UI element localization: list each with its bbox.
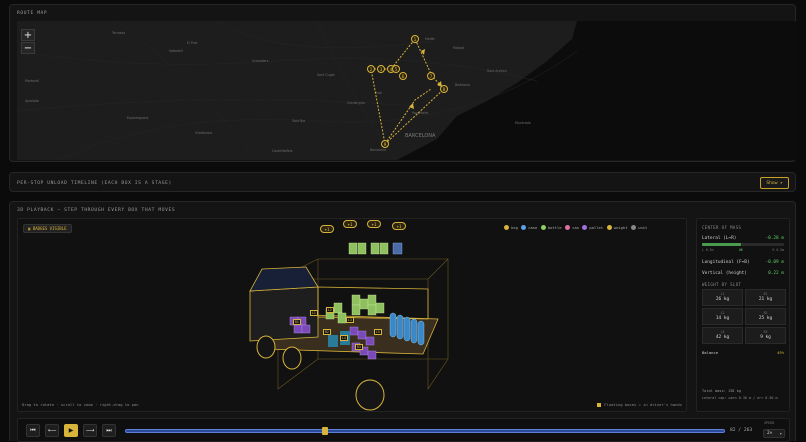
com-vertical-value: 0.22 m bbox=[768, 271, 784, 276]
slot-weight: 25 kg bbox=[758, 316, 773, 321]
com-vertical-row: Vertical (height) 0.22 m bbox=[702, 271, 784, 276]
total-mass: Total mass: 138 kg bbox=[702, 389, 741, 393]
route-stop-marker[interactable]: 9 bbox=[381, 140, 389, 148]
com-lateral-bar bbox=[702, 243, 784, 246]
center-of-mass-panel: CENTER OF MASS Lateral (L↔R) -0.28 m L 0… bbox=[696, 218, 790, 412]
com-longitudinal-row: Longitudinal (F↔B) -0.09 m bbox=[702, 260, 784, 265]
3d-scene[interactable]: ▣ BADGES VISIBLE keg case bottle can pallet w… bbox=[17, 218, 687, 412]
slot-weight: 21 kg bbox=[758, 297, 773, 302]
chevron-down-icon: ▾ bbox=[779, 431, 782, 436]
route-stop-marker[interactable]: 6 bbox=[399, 72, 407, 80]
weight-by-slot-title: WEIGHT BY SLOT bbox=[702, 282, 742, 287]
slot-label: R3 bbox=[763, 330, 768, 334]
balance-label: Balance bbox=[702, 350, 719, 355]
controls-hint: Drag to rotate · scroll to zoom · right-… bbox=[22, 402, 139, 407]
scrubber-thumb[interactable] bbox=[322, 427, 329, 435]
com-lateral-value: -0.28 m bbox=[765, 236, 784, 241]
timeline-scrubber[interactable] bbox=[125, 427, 725, 435]
box-label: L3 bbox=[346, 317, 354, 323]
first-step-button[interactable]: ⏮ bbox=[26, 424, 40, 437]
slot-label: R2 bbox=[763, 311, 768, 315]
route-stop-marker[interactable]: 2 bbox=[367, 65, 375, 73]
com-title: CENTER OF MASS bbox=[702, 225, 742, 230]
slot-cell: L3 42 kg bbox=[702, 327, 743, 344]
last-step-button[interactable]: ⏭ bbox=[102, 424, 116, 437]
slot-label: L2 bbox=[720, 311, 725, 315]
speed-label: SPEED bbox=[764, 421, 775, 425]
zoom-out-button[interactable]: − bbox=[21, 42, 35, 54]
balance-row: Balance 49% bbox=[702, 350, 784, 355]
box-label: R2 bbox=[323, 329, 331, 335]
step-counter: 82 / 263 bbox=[730, 428, 753, 433]
com-longitudinal-label: Longitudinal (F↔B) bbox=[702, 260, 750, 265]
floating-badge: +1 bbox=[320, 225, 334, 233]
next-step-button[interactable]: ⟶ bbox=[83, 424, 97, 437]
route-stop-marker[interactable]: 8 bbox=[440, 85, 448, 93]
com-longitudinal-value: -0.09 m bbox=[765, 260, 784, 265]
route-stop-marker[interactable]: 3 bbox=[377, 65, 385, 73]
box-label: L4 bbox=[340, 335, 348, 341]
playback-title: 3D PLAYBACK — STEP THROUGH EVERY BOX THA… bbox=[17, 208, 176, 213]
box-label: L2 bbox=[326, 307, 334, 313]
slot-label: R1 bbox=[763, 292, 768, 296]
truck-render bbox=[249, 242, 449, 411]
com-lateral-fill bbox=[702, 243, 742, 246]
slot-label: L1 bbox=[720, 292, 725, 296]
playback-panel: 3D PLAYBACK — STEP THROUGH EVERY BOX THA… bbox=[9, 201, 796, 442]
playback-controls: ⏮ ⟵ ▶ ⟶ ⏭ 82 / 263 SPEED 2× ▾ bbox=[17, 418, 790, 442]
slot-weight: 26 kg bbox=[715, 297, 730, 302]
floating-badge: +1 bbox=[392, 222, 406, 230]
play-button[interactable]: ▶ bbox=[64, 424, 78, 437]
route-line bbox=[370, 38, 445, 145]
route-stop-marker[interactable]: 5 bbox=[392, 65, 400, 73]
floating-hint: Floating boxes = in driver's hands bbox=[597, 402, 682, 407]
timeline-title: PER-STOP UNLOAD TIMELINE (EACH BOX IS A … bbox=[17, 181, 172, 186]
route-map-title: ROUTE MAP bbox=[17, 11, 48, 16]
slot-label: L3 bbox=[720, 330, 725, 334]
com-lateral-label: Lateral (L↔R) bbox=[702, 236, 737, 241]
com-lateral-status: OK bbox=[739, 248, 743, 252]
lateral-cap: Lateral cap: warn 0.30 m / err 0.50 m bbox=[702, 396, 778, 400]
floating-hint-text: Floating boxes = in driver's hands bbox=[604, 402, 682, 407]
box-label: L5 bbox=[374, 329, 382, 335]
slot-weight: 42 kg bbox=[715, 335, 730, 340]
com-lateral-max: R 0.5m bbox=[772, 248, 784, 252]
com-vertical-label: Vertical (height) bbox=[702, 271, 747, 276]
route-map[interactable]: Terrassa Sabadell Granollers Mataró Sant… bbox=[17, 21, 796, 160]
slot-weight: 14 kg bbox=[715, 316, 730, 321]
floating-badge: +1 bbox=[343, 220, 357, 228]
box-label: R3 bbox=[355, 344, 363, 350]
slot-cell: L2 14 kg bbox=[702, 308, 743, 325]
floating-swatch-icon bbox=[597, 402, 602, 407]
prev-step-button[interactable]: ⟵ bbox=[45, 424, 59, 437]
balance-value: 49% bbox=[777, 350, 784, 355]
route-stop-marker[interactable]: 7 bbox=[427, 72, 435, 80]
route-stop-marker[interactable]: 1 bbox=[411, 35, 419, 43]
speed-value: 2× bbox=[767, 431, 773, 436]
route-map-panel: ROUTE MAP Terrassa Sabadell Granollers M… bbox=[9, 4, 796, 162]
slot-cell: L1 26 kg bbox=[702, 289, 743, 306]
com-lateral-min: L 0.5m bbox=[702, 248, 714, 252]
slot-weight: 9 kg bbox=[760, 335, 771, 340]
box-label: L1 bbox=[310, 310, 318, 316]
zoom-in-button[interactable]: + bbox=[21, 29, 35, 41]
com-lateral-row: Lateral (L↔R) -0.28 m bbox=[702, 236, 784, 241]
slot-cell: R1 21 kg bbox=[745, 289, 786, 306]
speed-select[interactable]: 2× ▾ bbox=[763, 429, 785, 438]
box-label: R1 bbox=[293, 319, 301, 325]
floating-badge: +1 bbox=[367, 220, 381, 228]
slot-cell: R2 25 kg bbox=[745, 308, 786, 325]
timeline-show-button[interactable]: Show ▸ bbox=[760, 177, 789, 189]
slot-cell: R3 9 kg bbox=[745, 327, 786, 344]
timeline-panel: PER-STOP UNLOAD TIMELINE (EACH BOX IS A … bbox=[9, 172, 796, 192]
